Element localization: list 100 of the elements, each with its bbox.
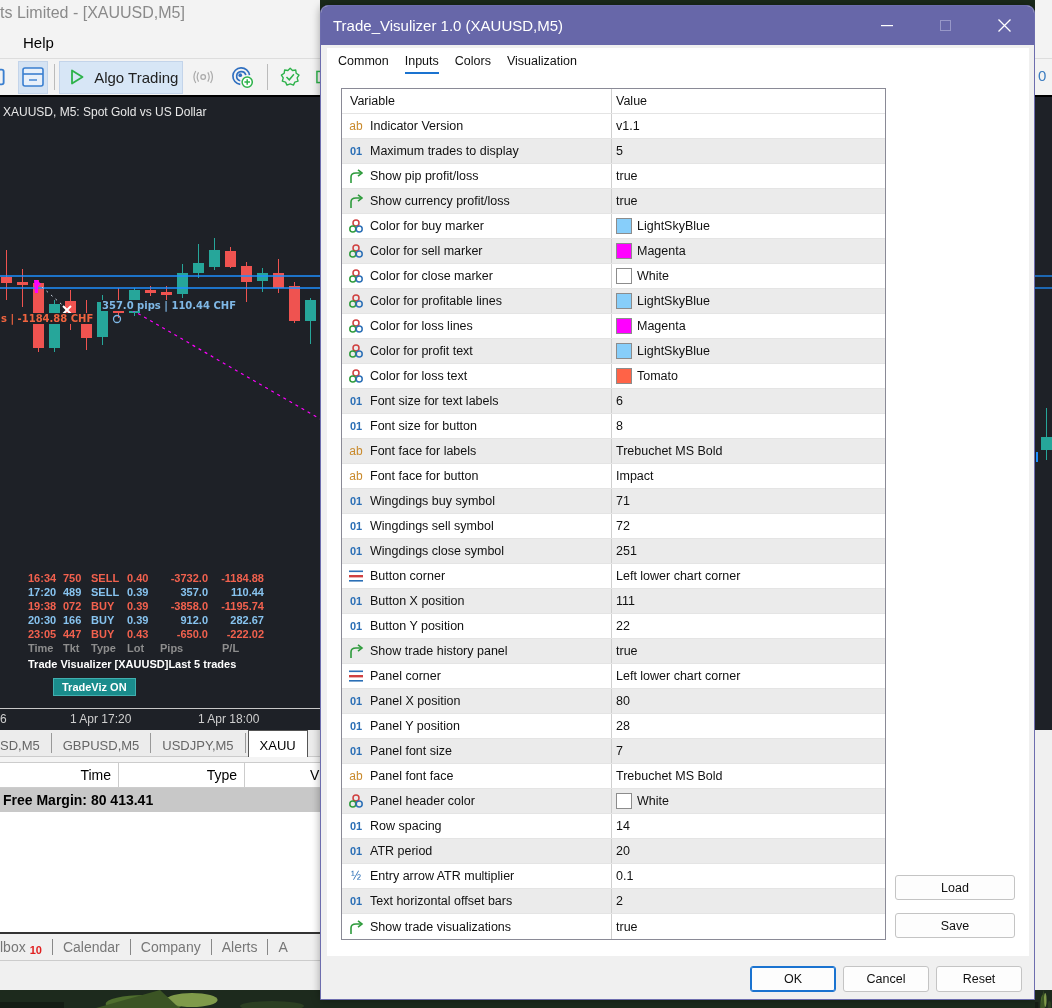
parameter-value[interactable]: Magenta — [637, 319, 686, 333]
parameter-value[interactable]: LightSkyBlue — [637, 294, 710, 308]
chart-tab[interactable]: GBPUSD,M5 — [51, 733, 152, 753]
parameter-value[interactable]: true — [616, 169, 638, 183]
parameter-value[interactable]: 71 — [616, 494, 630, 508]
history-cell-text: 0.39 — [127, 613, 150, 627]
parameter-value[interactable]: LightSkyBlue — [637, 344, 710, 358]
layout-icon[interactable] — [21, 67, 44, 87]
parameter-value[interactable]: Left lower chart corner — [616, 569, 741, 583]
history-cell-text: 20:30 — [28, 613, 58, 627]
parameter-name: Color for buy marker — [370, 219, 484, 233]
parameter-name: Color for loss text — [370, 369, 468, 383]
parameter-value[interactable]: v1.1 — [616, 119, 640, 133]
tab[interactable]: Inputs — [404, 54, 439, 74]
parameter-name: Color for close marker — [370, 269, 493, 283]
parameter-value[interactable]: Left lower chart corner — [616, 669, 741, 683]
tab[interactable]: Colors — [454, 54, 491, 74]
palette-icon — [348, 318, 364, 334]
chart-tab[interactable]: XAUU — [247, 730, 308, 757]
parameter-value[interactable]: 111 — [616, 594, 635, 608]
parameter-value[interactable]: Trebuchet MS Bold — [616, 769, 723, 783]
toggle-button[interactable]: TradeViz ON — [53, 678, 136, 696]
parameter-value[interactable]: Trebuchet MS Bold — [616, 444, 723, 458]
history-cell-text: -222.02 — [225, 627, 264, 641]
parameter-name: Show currency profit/loss — [370, 194, 510, 208]
close-icon[interactable] — [998, 19, 1011, 32]
dialog-button[interactable]: OK — [750, 966, 836, 992]
parameter-value[interactable]: 7 — [616, 744, 623, 758]
parameter-name: ATR period — [370, 844, 433, 858]
signal-icon[interactable] — [193, 70, 214, 84]
candle — [177, 263, 188, 299]
palette-icon — [348, 343, 364, 359]
parameter-name: Wingdings buy symbol — [370, 494, 496, 508]
parameter-value[interactable]: White — [637, 269, 669, 283]
history-cell-text: BUY — [91, 613, 116, 627]
arrow-icon — [348, 193, 364, 209]
type-icon: ½ — [348, 868, 364, 884]
parameter-name: Font face for button — [370, 469, 479, 483]
candle — [17, 268, 28, 308]
arrow-icon — [348, 918, 364, 935]
parameter-value[interactable]: 20 — [616, 844, 630, 858]
parameter-value[interactable]: White — [637, 794, 669, 808]
algo-trading-button[interactable]: Algo Trading — [59, 60, 184, 94]
parameter-value[interactable]: 2 — [616, 894, 623, 908]
parameter-value[interactable]: 80 — [616, 694, 630, 708]
dialog-title: Trade_Visulizer 1.0 (XAUUSD,M5) — [333, 17, 565, 34]
parameter-name: Button corner — [370, 569, 446, 583]
gear-check-icon[interactable] — [279, 66, 301, 88]
axis-label: 6 — [0, 712, 7, 726]
toolbar-icon[interactable] — [316, 69, 320, 85]
parameter-value[interactable]: true — [616, 644, 638, 658]
bottom-tab[interactable]: Alerts — [221, 939, 258, 955]
parameter-value[interactable]: 8 — [616, 419, 623, 433]
tab[interactable]: Visualization — [506, 54, 577, 74]
parameter-value[interactable]: 5 — [616, 144, 623, 158]
legend-label: Pips — [160, 641, 185, 655]
bottom-tab[interactable]: lbox — [0, 939, 26, 955]
parameter-value[interactable]: 72 — [616, 519, 630, 533]
bottom-tab[interactable]: Calendar — [62, 939, 120, 955]
parameter-value[interactable]: 251 — [616, 544, 637, 558]
type-icon: 01 — [348, 393, 364, 409]
parameter-value[interactable]: true — [616, 194, 638, 208]
parameter-value[interactable]: true — [616, 919, 638, 934]
side-button[interactable]: Save — [895, 913, 1015, 938]
parameter-value[interactable]: 6 — [616, 394, 623, 408]
parameter-name: Text horizontal offset bars — [370, 894, 513, 908]
history-cell-text: 072 — [63, 599, 83, 613]
parameter-value[interactable]: Impact — [616, 469, 654, 483]
parameter-value[interactable]: LightSkyBlue — [637, 219, 710, 233]
toolbar-label: 0 — [1038, 67, 1047, 84]
candle — [1, 249, 12, 301]
dialog-button[interactable]: Reset — [936, 966, 1022, 992]
type-icon: 01 — [348, 693, 364, 709]
bottom-tab[interactable]: A — [278, 939, 288, 955]
parameter-value[interactable]: Tomato — [637, 369, 678, 383]
parameter-name: Wingdings close symbol — [370, 544, 505, 558]
history-cell-text: 750 — [63, 571, 83, 585]
parameter-value[interactable]: 22 — [616, 619, 630, 633]
maximize-icon[interactable] — [940, 20, 951, 31]
palette-icon — [348, 793, 364, 809]
tab[interactable]: Common — [338, 54, 389, 74]
minimize-icon[interactable] — [880, 24, 893, 27]
parameter-value[interactable]: Magenta — [637, 244, 686, 258]
menu-item[interactable]: Help — [23, 34, 54, 51]
radar-plus-icon[interactable] — [230, 65, 253, 89]
legend-label: Time — [28, 641, 55, 655]
chart-tab[interactable]: SD,M5 — [0, 733, 52, 753]
side-button[interactable]: Load — [895, 875, 1015, 900]
dialog-button[interactable]: Cancel — [843, 966, 929, 992]
parameter-value[interactable]: 0.1 — [616, 869, 634, 883]
parameter-value[interactable]: 28 — [616, 719, 630, 733]
parameter-value[interactable]: 14 — [616, 819, 630, 833]
palette-icon — [348, 268, 364, 284]
toolbar-icon[interactable] — [0, 67, 5, 87]
chart-tab[interactable]: USDJPY,M5 — [151, 733, 246, 753]
parameter-name: Wingdings sell symbol — [370, 519, 494, 533]
parameter-name: Panel header color — [370, 794, 475, 808]
history-cell-text: -3858.0 — [169, 599, 208, 613]
candle — [273, 258, 284, 294]
bottom-tab[interactable]: Company — [140, 939, 201, 955]
